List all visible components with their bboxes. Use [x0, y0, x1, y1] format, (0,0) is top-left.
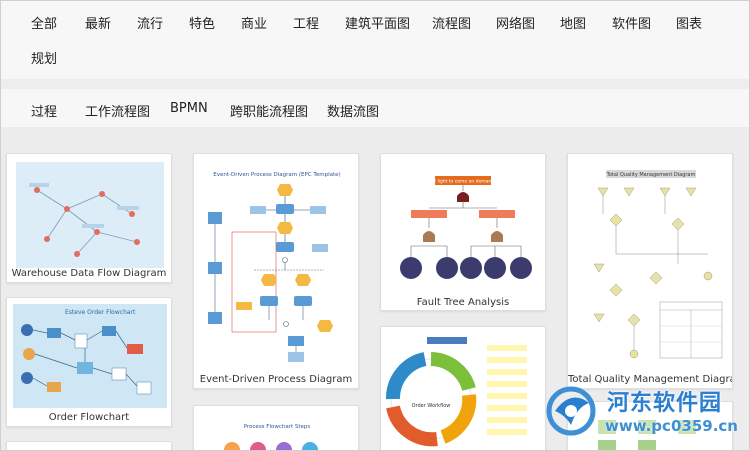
divider — [1, 79, 749, 89]
thumbnail-title: Order Workflow — [412, 403, 451, 409]
template-card-partial[interactable] — [6, 441, 172, 450]
template-caption: Warehouse Data Flow Diagram — [11, 268, 167, 279]
category-featured[interactable]: 特色 — [189, 17, 215, 33]
category-charts[interactable]: 图表 — [676, 17, 702, 33]
template-browser: 全部 最新 流行 特色 商业 工程 建筑平面图 流程图 网络图 地图 软件图 图… — [0, 0, 750, 451]
subcategory-cross-functional[interactable]: 跨职能流程图 — [230, 101, 308, 120]
category-floor-plan[interactable]: 建筑平面图 — [345, 17, 410, 33]
template-thumbnail: Fail! light to come on demand !! — [400, 176, 532, 279]
template-caption: Order Flowchart — [48, 412, 130, 423]
template-card-tqm[interactable]: Total Quality Management Diagram Total Q… — [567, 153, 733, 389]
category-flowchart[interactable]: 流程图 — [432, 17, 471, 33]
subcategory-process[interactable]: 过程 — [31, 101, 57, 120]
template-thumbnail — [16, 162, 164, 268]
category-all[interactable]: 全部 — [31, 17, 57, 33]
template-caption: Fault Tree Analysis — [416, 297, 510, 308]
category-popular[interactable]: 流行 — [137, 17, 163, 33]
category-network[interactable]: 网络图 — [496, 17, 535, 33]
template-caption: Event-Driven Process Diagram — [199, 374, 353, 385]
category-business[interactable]: 商业 — [241, 17, 267, 33]
category-bar: 全部 最新 流行 特色 商业 工程 建筑平面图 流程图 网络图 地图 软件图 图… — [1, 1, 749, 79]
thumbnail-title: Event-Driven Process Diagram (EPC Templa… — [213, 172, 340, 178]
category-map[interactable]: 地图 — [560, 17, 586, 33]
category-software[interactable]: 软件图 — [612, 17, 651, 33]
category-engineering[interactable]: 工程 — [293, 17, 319, 33]
subcategory-bpmn[interactable]: BPMN — [170, 101, 208, 116]
template-thumbnail: Process Flowchart Steps — [224, 424, 318, 450]
thumbnail-title: Esteve Order Flowchart — [65, 309, 136, 316]
thumbnail-title: Total Quality Management Diagram — [606, 172, 696, 178]
subcategory-workflow[interactable]: 工作流程图 — [85, 101, 150, 120]
template-thumbnail: Total Quality Management Diagram — [593, 170, 723, 359]
template-thumbnail: Order Workflow — [386, 337, 527, 447]
template-thumbnail: Esteve Order Flowchart — [13, 304, 167, 408]
watermark-url: www.pc0359.cn — [605, 417, 738, 435]
template-card-epc[interactable]: Event-Driven Process Diagram (EPC Templa… — [193, 153, 359, 389]
thumbnail-title: Process Flowchart Steps — [244, 424, 311, 430]
template-card-warehouse[interactable]: Warehouse Data Flow Diagram — [6, 153, 172, 283]
template-card-process-steps[interactable]: Process Flowchart Steps — [193, 405, 359, 450]
template-card-fault-tree[interactable]: Fail! light to come on demand !! Fault T… — [380, 153, 546, 311]
watermark-name: 河东软件园 — [607, 391, 723, 416]
category-latest[interactable]: 最新 — [85, 17, 111, 33]
thumbnail-title: Fail! light to come on demand !! — [427, 179, 500, 185]
category-planning[interactable]: 规划 — [31, 52, 57, 68]
watermark: 河东软件园 www.pc0359.cn — [541, 379, 749, 450]
template-thumbnail: Event-Driven Process Diagram (EPC Templa… — [208, 172, 341, 362]
template-card-order-flowchart[interactable]: Esteve Order Flowchart Order Flowchart — [6, 297, 172, 427]
watermark-logo-icon — [546, 386, 596, 436]
template-card-order-workflow[interactable]: Order Workflow — [380, 326, 546, 450]
subcategory-data-flow[interactable]: 数据流图 — [327, 101, 379, 120]
